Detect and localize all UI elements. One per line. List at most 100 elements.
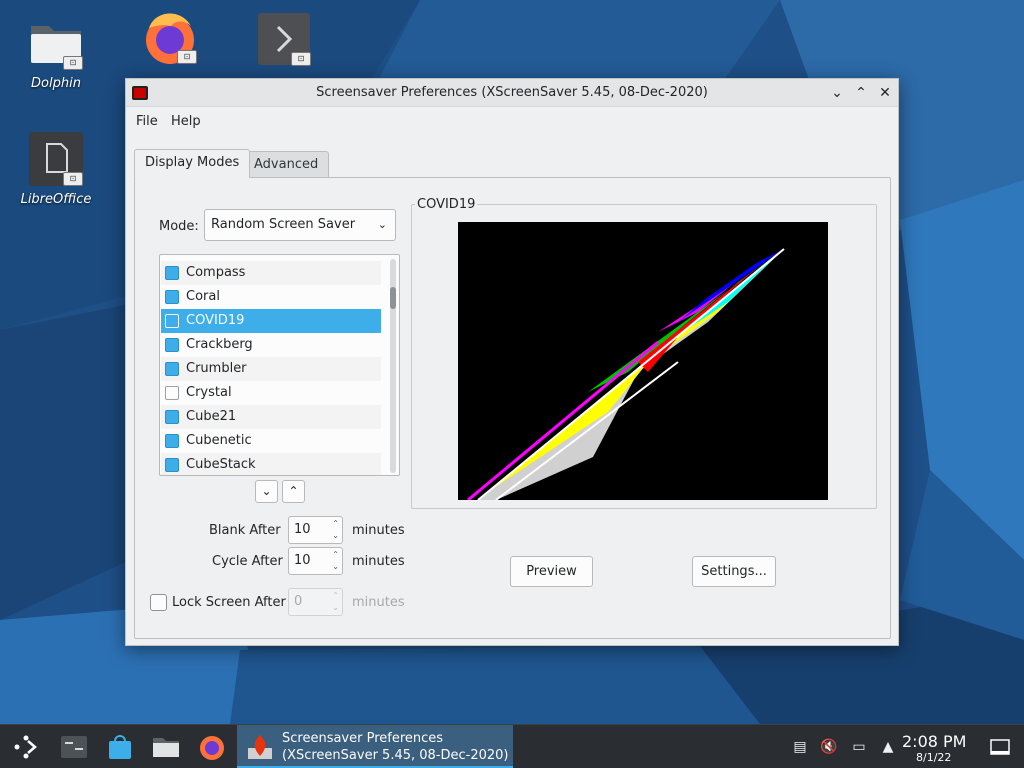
list-item[interactable]: Crackberg xyxy=(161,333,381,357)
blank-after-unit: minutes xyxy=(352,523,405,538)
list-item-checkbox[interactable] xyxy=(165,290,179,304)
show-desktop-icon[interactable] xyxy=(986,733,1014,761)
screensaver-preview xyxy=(458,222,828,502)
settings-button[interactable]: Settings... xyxy=(692,556,776,587)
maximize-button[interactable]: ⌃ xyxy=(850,82,872,104)
task-title-line1: Screensaver Preferences xyxy=(282,731,444,746)
screensaver-list[interactable]: Compass Coral COVID19 Crackberg Crumbler Crys… xyxy=(159,254,400,476)
list-item-label: Crackberg xyxy=(186,337,253,352)
list-item-label: Crystal xyxy=(186,385,232,400)
list-item[interactable]: CubeStack xyxy=(161,453,381,475)
xscreensaver-flame-icon xyxy=(247,734,273,760)
lock-screen-label[interactable]: Lock Screen After xyxy=(172,595,286,610)
clipboard-icon[interactable]: ▤ xyxy=(790,737,810,757)
desktop-icon-firefox[interactable]: ⊡ xyxy=(124,8,216,66)
blank-after-spinbox[interactable]: 10 ⌃ ⌄ xyxy=(288,516,343,544)
lock-screen-unit: minutes xyxy=(352,595,405,610)
chevron-down-icon: ⌄ xyxy=(377,218,387,231)
list-item-checkbox[interactable] xyxy=(165,386,179,400)
preview-button[interactable]: Preview xyxy=(510,556,593,587)
mode-select[interactable]: Random Screen Saver ⌄ xyxy=(204,209,396,241)
list-item-checkbox[interactable] xyxy=(165,362,179,376)
link-badge-icon: ⊡ xyxy=(63,172,83,186)
cycle-after-value: 10 xyxy=(294,553,311,568)
list-item-checkbox[interactable] xyxy=(165,434,179,448)
blank-after-label: Blank After xyxy=(209,523,281,538)
lock-screen-value: 0 xyxy=(294,594,303,609)
list-item[interactable]: Crystal xyxy=(161,381,381,405)
list-rows: Compass Coral COVID19 Crackberg Crumbler Crys… xyxy=(161,261,381,475)
spin-arrows-icon[interactable]: ⌃ ⌄ xyxy=(332,518,339,542)
cycle-after-unit: minutes xyxy=(352,554,405,569)
desktop-icon-terminal[interactable]: ⊡ xyxy=(238,10,330,68)
tab-advanced[interactable]: Advanced xyxy=(243,151,330,179)
folder-icon: ⊡ xyxy=(27,14,85,72)
lock-screen-checkbox[interactable] xyxy=(150,594,167,611)
display-modes-panel: Mode: Random Screen Saver ⌄ Compass Coral… xyxy=(134,177,891,639)
list-item-checkbox[interactable] xyxy=(165,410,179,424)
link-badge-icon: ⊡ xyxy=(177,50,197,64)
taskbar: Screensaver Preferences (XScreenSaver 5.… xyxy=(0,724,1024,768)
list-item[interactable]: COVID19 xyxy=(161,309,381,333)
list-item-checkbox[interactable] xyxy=(165,338,179,352)
cycle-after-label: Cycle After xyxy=(212,554,283,569)
list-item-label: CubeStack xyxy=(186,457,256,472)
list-item[interactable]: Cube21 xyxy=(161,405,381,429)
list-item-label: Cubenetic xyxy=(186,433,252,448)
menubar: File Help xyxy=(126,107,898,137)
list-item-label: Cube21 xyxy=(186,409,237,424)
network-icon[interactable]: ▭ xyxy=(849,737,869,757)
desktop-icon-label: LibreOffice xyxy=(20,192,92,207)
list-scrollbar[interactable] xyxy=(390,259,396,473)
list-item[interactable]: Crumbler xyxy=(161,357,381,381)
list-item-checkbox[interactable] xyxy=(165,266,179,280)
list-item-checkbox[interactable] xyxy=(165,458,179,472)
desktop-icon-libreoffice[interactable]: ⊡ LibreOffice xyxy=(10,130,102,207)
mode-select-value: Random Screen Saver xyxy=(211,217,356,232)
list-item[interactable]: Cubenetic xyxy=(161,429,381,453)
window-title: Screensaver Preferences (XScreenSaver 5.… xyxy=(316,85,708,100)
document-icon: ⊡ xyxy=(27,130,85,188)
file-manager-icon[interactable] xyxy=(152,733,180,761)
window-titlebar[interactable]: Screensaver Preferences (XScreenSaver 5.… xyxy=(126,79,898,107)
list-item-label: Crumbler xyxy=(186,361,247,376)
list-item-label: Compass xyxy=(186,265,246,280)
blank-after-value: 10 xyxy=(294,522,311,537)
lock-screen-spinbox: 0 ⌃ ⌄ xyxy=(288,588,343,616)
volume-muted-icon[interactable]: 🔇 xyxy=(819,737,839,757)
desktop-icon-label: Dolphin xyxy=(31,76,81,91)
list-item[interactable]: Compass xyxy=(161,261,381,285)
expand-tray-icon[interactable]: ▲ xyxy=(878,737,898,757)
firefox-icon: ⊡ xyxy=(141,8,199,66)
pager-icon[interactable] xyxy=(60,733,88,761)
scrollbar-thumb[interactable] xyxy=(390,287,396,309)
taskbar-task-screensaver[interactable]: Screensaver Preferences (XScreenSaver 5.… xyxy=(237,725,513,768)
minimize-button[interactable]: ⌄ xyxy=(826,82,848,104)
preview-group-title: COVID19 xyxy=(415,197,478,212)
list-item-label: COVID19 xyxy=(186,313,245,328)
spin-arrows-icon: ⌃ ⌄ xyxy=(332,591,339,612)
link-badge-icon: ⊡ xyxy=(291,52,311,66)
list-item-checkbox[interactable] xyxy=(165,314,179,328)
move-up-button[interactable]: ⌃ xyxy=(282,480,305,503)
clock-date[interactable]: 8/1/22 xyxy=(916,751,951,764)
mode-label: Mode: xyxy=(159,219,199,234)
cycle-after-spinbox[interactable]: 10 ⌃ ⌄ xyxy=(288,547,343,575)
clock-time[interactable]: 2:08 PM xyxy=(902,732,966,751)
screensaver-preferences-window: Screensaver Preferences (XScreenSaver 5.… xyxy=(125,78,899,646)
close-button[interactable]: ✕ xyxy=(874,82,896,104)
firefox-icon[interactable] xyxy=(198,733,226,761)
desktop-icon-dolphin[interactable]: ⊡ Dolphin xyxy=(10,14,102,91)
tab-display-modes[interactable]: Display Modes xyxy=(134,149,251,178)
menu-help[interactable]: Help xyxy=(171,114,201,129)
link-badge-icon: ⊡ xyxy=(63,56,83,70)
task-title-line2: (XScreenSaver 5.45, 08-Dec-2020) xyxy=(282,748,509,763)
list-item[interactable]: Coral xyxy=(161,285,381,309)
application-launcher-icon[interactable] xyxy=(12,733,40,761)
move-down-button[interactable]: ⌄ xyxy=(255,480,278,503)
terminal-icon: ⊡ xyxy=(255,10,313,68)
spin-arrows-icon[interactable]: ⌃ ⌄ xyxy=(332,549,339,573)
list-item-label: Coral xyxy=(186,289,220,304)
menu-file[interactable]: File xyxy=(136,114,158,129)
discover-store-icon[interactable] xyxy=(106,733,134,761)
